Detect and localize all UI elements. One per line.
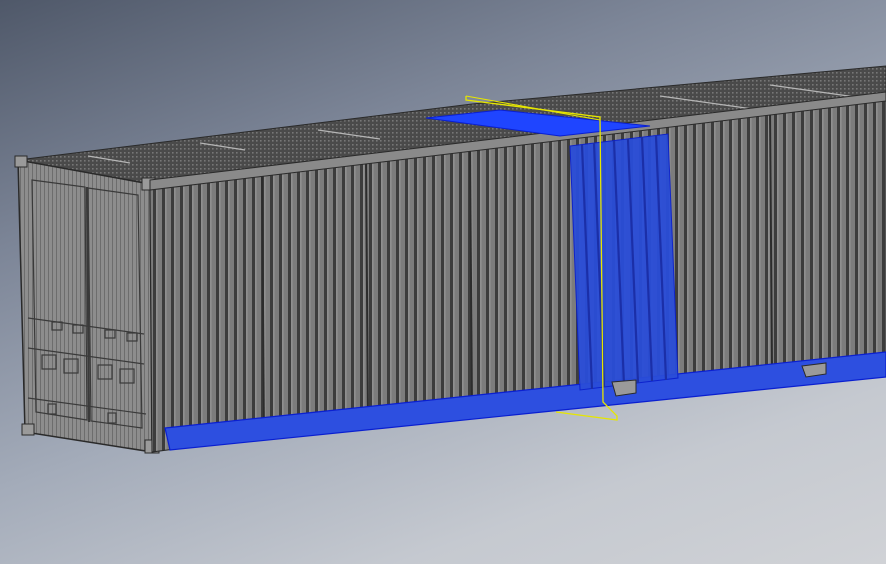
cad-viewport[interactable]	[0, 0, 886, 564]
container-model[interactable]	[0, 0, 886, 564]
